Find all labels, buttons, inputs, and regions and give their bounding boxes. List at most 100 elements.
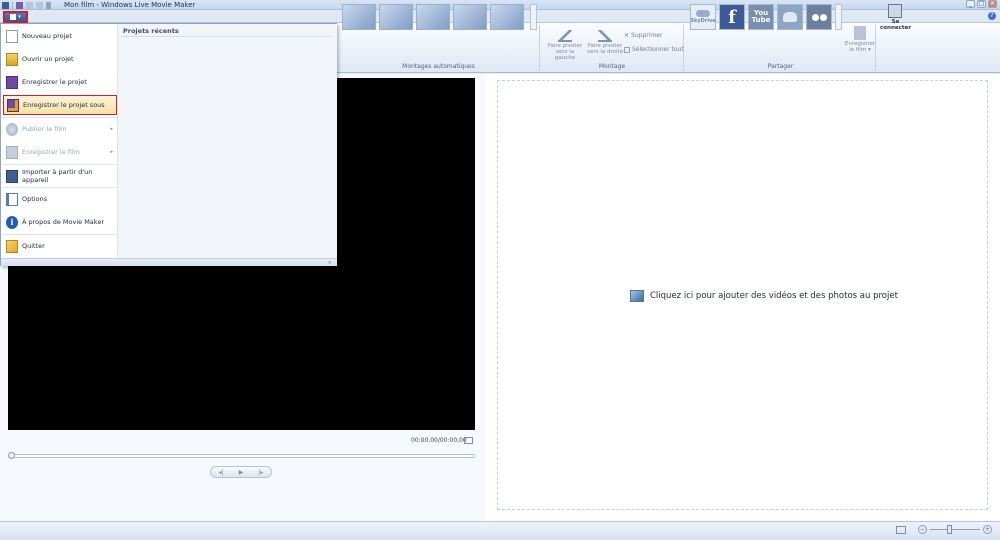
fullscreen-icon[interactable]: [464, 437, 473, 444]
file-menu: Nouveau projet Ouvrir un projet Enregist…: [0, 23, 337, 266]
menu-separator: [3, 117, 116, 118]
menu-item-label: Enregistrer le projet: [22, 78, 87, 86]
rotate-right-icon: [598, 30, 612, 42]
zoom-in-button[interactable]: +: [983, 525, 992, 534]
qat-dropdown-icon[interactable]: [46, 1, 51, 9]
save-icon: [6, 75, 18, 89]
delete-icon: ✕: [624, 32, 630, 39]
auto-movie-theme[interactable]: [416, 4, 450, 30]
share-gallery-scroll[interactable]: [835, 4, 842, 30]
add-media-hint[interactable]: Cliquez ici pour ajouter des vidéos et d…: [630, 290, 898, 302]
menu-item-save-project[interactable]: Enregistrer le projet: [3, 72, 117, 92]
seek-thumb[interactable]: [8, 452, 15, 459]
qat-separator: [12, 1, 13, 9]
people-icon: [783, 12, 797, 22]
menu-item-open-project[interactable]: Ouvrir un projet: [3, 49, 117, 69]
menu-separator: [3, 187, 116, 188]
close-button[interactable]: ✕: [988, 0, 997, 8]
maximize-button[interactable]: □: [977, 0, 986, 8]
menu-item-label: Enregistrer le projet sous: [23, 101, 105, 109]
film-icon: [6, 145, 18, 159]
zoom-out-button[interactable]: −: [918, 525, 927, 534]
menu-item-label: Enregistrer le film: [22, 148, 80, 156]
auto-movie-theme[interactable]: [490, 4, 524, 30]
group-editing-label: Montage: [598, 63, 626, 70]
play-button[interactable]: ▶: [239, 469, 244, 476]
rotate-right-label-2: vers la droite: [586, 49, 624, 55]
recent-projects-divider: [121, 36, 331, 37]
share-gallery: SkyDrive f You Tube: [690, 4, 832, 30]
next-frame-button[interactable]: |▸: [258, 469, 263, 476]
youtube-button[interactable]: You Tube: [748, 4, 774, 30]
menu-item-publish-movie[interactable]: Publier le film ▸: [3, 119, 117, 139]
zoom-slider-thumb[interactable]: [947, 525, 952, 534]
playback-controls: ◂| ▶ |▸: [210, 466, 272, 478]
submenu-arrow-icon: ▸: [110, 126, 113, 132]
select-all-label: Sélectionner tout: [632, 46, 684, 53]
app-menu-button[interactable]: ▾: [3, 11, 28, 23]
auto-movie-theme[interactable]: [342, 4, 376, 30]
thumbnail-size-icon[interactable]: [896, 526, 906, 534]
minimize-button[interactable]: _: [966, 0, 975, 8]
window-title: Mon film - Windows Live Movie Maker: [64, 1, 196, 9]
help-icon[interactable]: ?: [988, 12, 996, 20]
options-icon: [6, 192, 18, 206]
app-menu-arrow: ▾: [18, 14, 21, 20]
menu-separator: [3, 164, 116, 165]
menu-item-save-movie[interactable]: Enregistrer le film ▸: [3, 142, 117, 162]
window-controls: _ □ ✕: [966, 0, 997, 8]
menu-item-new-project[interactable]: Nouveau projet: [3, 26, 117, 46]
group-sharing-button[interactable]: [777, 4, 803, 30]
recent-projects-panel: Projets récents: [118, 24, 337, 258]
rotate-left-button[interactable]: Faire pivoter vers la gauche: [545, 30, 585, 61]
rotate-right-button[interactable]: Faire pivoter vers la droite: [585, 30, 625, 55]
gallery-scroll[interactable]: [530, 4, 537, 30]
rotate-left-icon: [558, 30, 572, 42]
menu-item-label: Nouveau projet: [22, 32, 72, 40]
auto-movie-theme[interactable]: [379, 4, 413, 30]
save-film-label-2: le film ▾: [849, 47, 871, 53]
recent-projects-title: Projets récents: [123, 27, 179, 35]
app-logo-icon: [2, 1, 9, 9]
sign-in-button[interactable]: Se connecter: [880, 4, 911, 31]
skydrive-button[interactable]: SkyDrive: [690, 4, 716, 30]
flickr-button[interactable]: [806, 4, 832, 30]
youtube-label-2: Tube: [751, 16, 771, 24]
menu-item-label: Importer à partir d'un appareil: [22, 168, 93, 184]
skydrive-label: SkyDrive: [690, 18, 716, 24]
seek-bar[interactable]: [8, 454, 475, 458]
zoom-slider-track[interactable]: [930, 529, 980, 530]
group-share-label: Partager: [767, 63, 794, 70]
sign-in-icon: [888, 4, 903, 18]
import-device-icon: [6, 169, 18, 183]
save-as-icon: [7, 98, 19, 112]
facebook-button[interactable]: f: [719, 4, 745, 30]
flickr-icon: [811, 13, 827, 21]
delete-button[interactable]: ✕ Supprimer: [624, 32, 662, 39]
new-project-icon: [6, 29, 18, 43]
facebook-icon: f: [728, 6, 736, 28]
quick-save-icon[interactable]: [16, 1, 23, 9]
submenu-arrow-icon: ▸: [110, 149, 113, 155]
redo-icon[interactable]: [36, 1, 43, 9]
select-all-button[interactable]: Sélectionner tout: [624, 46, 684, 53]
undo-icon[interactable]: [26, 1, 33, 9]
menu-item-options[interactable]: Options: [3, 189, 117, 209]
timecode: 00:00,00/00:00,00: [411, 437, 467, 444]
menu-item-about[interactable]: i À propos de Movie Maker: [3, 212, 117, 232]
save-film-button[interactable]: Enregistrer le film ▾: [843, 26, 877, 53]
menu-item-quit[interactable]: Quitter: [3, 236, 117, 256]
footer-arrow-icon: ▾: [328, 260, 331, 266]
auto-movie-theme[interactable]: [453, 4, 487, 30]
menu-item-label: Quitter: [22, 242, 45, 250]
menu-item-import-device[interactable]: Importer à partir d'un appareil: [3, 166, 117, 186]
group-auto-movie-label: Montages automatiques: [402, 63, 475, 70]
cloud-icon: [696, 10, 710, 17]
menu-item-save-project-as[interactable]: Enregistrer le projet sous: [3, 95, 117, 115]
app-menu-icon: [10, 14, 17, 20]
info-icon: i: [6, 215, 18, 229]
previous-frame-button[interactable]: ◂|: [219, 469, 224, 476]
status-bar: [0, 521, 1000, 540]
file-menu-commands: Nouveau projet Ouvrir un projet Enregist…: [1, 24, 118, 258]
publish-icon: [6, 122, 18, 136]
